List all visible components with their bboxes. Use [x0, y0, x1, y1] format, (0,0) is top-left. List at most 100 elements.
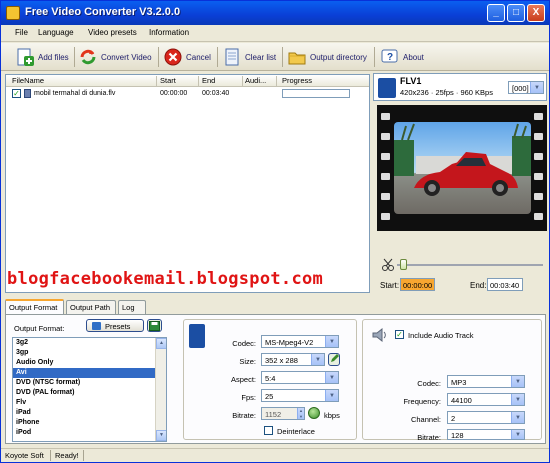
tab-output-path[interactable]: Output Path: [66, 300, 116, 314]
column-end[interactable]: End: [202, 76, 215, 85]
table-row[interactable]: ✓ mobil termahal di dunia.flv 00:00:00 0…: [6, 88, 369, 100]
speaker-icon: [372, 327, 386, 343]
about-button[interactable]: ? About: [380, 46, 424, 68]
list-item[interactable]: iPod: [13, 428, 155, 438]
title-bar[interactable]: Free Video Converter V3.2.0.0 _ □ X: [1, 1, 549, 25]
column-divider: [198, 76, 199, 86]
output-format-list[interactable]: 3g2 3gp Audio Only Avi DVD (NTSC format)…: [12, 337, 167, 442]
format-list-scrollbar[interactable]: ▲ ▼: [155, 338, 166, 441]
clear-list-button[interactable]: Clear list: [222, 46, 276, 68]
chevron-down-icon: ▼: [511, 412, 524, 423]
menu-information[interactable]: Information: [149, 28, 189, 37]
column-progress[interactable]: Progress: [282, 76, 312, 85]
chevron-down-icon: ▼: [511, 394, 524, 405]
video-aspect-select[interactable]: 5:4 ▼: [261, 371, 339, 384]
video-file-icon: [24, 89, 31, 98]
pencil-icon: [330, 354, 339, 362]
add-files-button[interactable]: Add files: [15, 46, 69, 68]
audio-settings-group: ✓ Include Audio Track Codec: MP3 ▼ Freque…: [362, 319, 542, 442]
convert-icon: [78, 47, 98, 67]
apply-bitrate-icon[interactable]: [308, 407, 320, 419]
close-button[interactable]: X: [527, 4, 545, 22]
minimize-button[interactable]: _: [487, 4, 505, 22]
list-item[interactable]: iPhone: [13, 418, 155, 428]
column-start[interactable]: Start: [160, 76, 176, 85]
output-format-panel: Output Format: Presets 3g2 3gp Audio Onl…: [5, 314, 546, 444]
film-sprocket: [534, 173, 543, 180]
end-time-field[interactable]: 00:03:40: [487, 278, 523, 291]
menu-file[interactable]: File: [15, 28, 28, 37]
convert-video-button[interactable]: Convert Video: [78, 46, 152, 68]
video-size-select[interactable]: 352 x 288 ▼: [261, 353, 325, 366]
include-audio-checkbox[interactable]: ✓: [395, 330, 404, 339]
audio-channel-select[interactable]: 2 ▼: [447, 411, 525, 424]
cancel-button[interactable]: Cancel: [163, 46, 211, 68]
stream-select[interactable]: [000] ▼: [508, 81, 544, 94]
file-list[interactable]: FileName Start End Audi... Progress ✓ mo…: [5, 74, 370, 293]
film-sprocket: [534, 213, 543, 220]
video-film-icon: [189, 324, 205, 348]
list-item[interactable]: DVD (PAL format): [13, 388, 155, 398]
video-bitrate-label: Bitrate:: [232, 411, 256, 420]
source-format: FLV1: [400, 76, 422, 86]
app-window: Free Video Converter V3.2.0.0 _ □ X File…: [0, 0, 550, 463]
app-icon: [6, 6, 20, 20]
preview-panel: FLV1 420x236 · 25fps · 960 KBps [000] ▼: [373, 73, 549, 298]
deinterlace-checkbox[interactable]: [264, 426, 273, 435]
toolbar-separator: [374, 47, 375, 67]
tab-log[interactable]: Log: [118, 300, 146, 314]
chevron-down-icon: ▼: [511, 430, 524, 439]
video-codec-select[interactable]: MS-Mpeg4-V2 ▼: [261, 335, 339, 348]
file-checkbox[interactable]: ✓: [12, 89, 21, 98]
list-item[interactable]: Audio Only: [13, 358, 155, 368]
film-sprocket: [381, 133, 390, 140]
audio-bitrate-select[interactable]: 128 ▼: [447, 429, 525, 440]
help-icon: ?: [380, 47, 400, 67]
film-sprocket: [381, 113, 390, 120]
toolbar-separator: [282, 47, 283, 67]
list-item[interactable]: Flv: [13, 398, 155, 408]
menu-video-presets[interactable]: Video presets: [88, 28, 137, 37]
tab-output-format[interactable]: Output Format: [5, 299, 64, 314]
list-item[interactable]: DVD (NTSC format): [13, 378, 155, 388]
list-item-selected[interactable]: Avi: [13, 368, 155, 378]
trim-handle[interactable]: [399, 259, 407, 270]
audio-bitrate-label: Bitrate:: [417, 433, 441, 442]
chevron-down-icon: ▼: [325, 336, 338, 347]
trim-slider[interactable]: [382, 258, 543, 271]
column-filename[interactable]: FileName: [12, 76, 44, 85]
scroll-down-icon[interactable]: ▼: [156, 430, 166, 441]
list-item[interactable]: 3gp: [13, 348, 155, 358]
film-sprocket: [534, 113, 543, 120]
presets-button[interactable]: Presets: [86, 319, 144, 332]
source-details: 420x236 · 25fps · 960 KBps: [400, 88, 493, 97]
spin-icon[interactable]: ▲ ▼: [297, 408, 304, 419]
status-divider: [83, 450, 84, 461]
status-divider: [50, 450, 51, 461]
video-frame-thumbnail: [394, 122, 531, 214]
save-preset-button[interactable]: [147, 319, 162, 332]
video-bitrate-field[interactable]: 1152 ▲ ▼: [261, 407, 305, 420]
maximize-button[interactable]: □: [507, 4, 525, 22]
list-item[interactable]: 3g2: [13, 338, 155, 348]
video-size-label: Size:: [239, 357, 256, 366]
list-item[interactable]: iPad: [13, 408, 155, 418]
audio-codec-select[interactable]: MP3 ▼: [447, 375, 525, 388]
start-time-field[interactable]: 00:00:00: [400, 278, 435, 291]
column-audio[interactable]: Audi...: [245, 76, 266, 85]
scroll-up-icon[interactable]: ▲: [156, 338, 166, 349]
edit-size-button[interactable]: [328, 353, 340, 366]
save-icon: [149, 321, 160, 331]
audio-codec-label: Codec:: [417, 379, 441, 388]
audio-frequency-select[interactable]: 44100 ▼: [447, 393, 525, 406]
file-progress-bar: [282, 89, 350, 98]
menu-bar: File Language Video presets Information: [1, 25, 549, 42]
window-title: Free Video Converter V3.2.0.0: [25, 6, 181, 18]
film-sprocket: [534, 153, 543, 160]
output-directory-button[interactable]: Output directory: [287, 46, 367, 68]
film-sprocket: [381, 173, 390, 180]
menu-language[interactable]: Language: [38, 28, 74, 37]
video-fps-select[interactable]: 25 ▼: [261, 389, 339, 402]
toolbar-separator: [74, 47, 75, 67]
start-label: Start:: [380, 281, 400, 290]
